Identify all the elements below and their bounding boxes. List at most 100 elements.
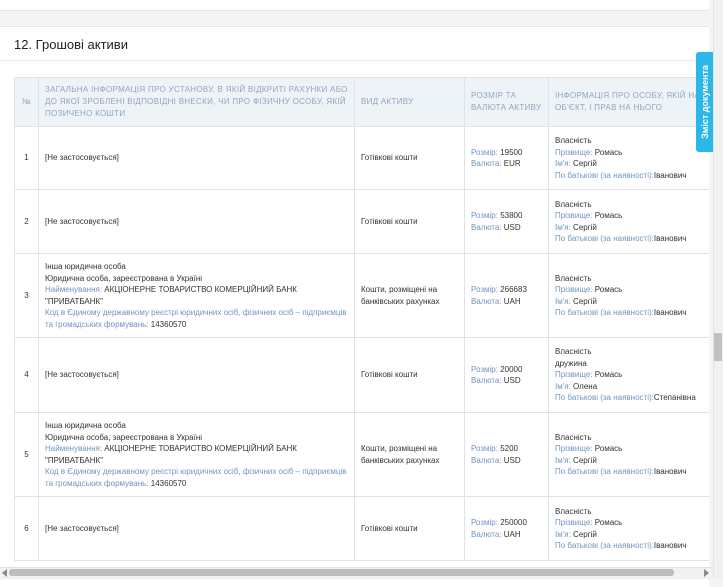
first-name-label: Ім'я:: [555, 296, 571, 306]
surname-label: Прізвище:: [555, 444, 593, 453]
surname-label: Прізвище:: [555, 370, 593, 380]
size-value: 19500: [500, 147, 523, 157]
surname-label: Прізвище:: [555, 518, 593, 527]
entity-kind: Інша юридична особа: [45, 421, 126, 430]
size-value: 53800: [500, 211, 523, 220]
patronymic-value: Іванович: [653, 234, 687, 243]
owner-cell: Власність Прізвище: Ромась Ім'я: Сергій По …: [548, 189, 709, 254]
entity-name-label: Найменування:: [45, 444, 103, 453]
vertical-scrollbar-thumb[interactable]: [714, 333, 722, 361]
currency-label: Валюта:: [471, 455, 502, 465]
currency-value: USD: [503, 222, 521, 232]
title-divider: [0, 60, 709, 61]
institution-cell: [Не застосовується]: [38, 496, 355, 561]
entity-code-label: Код в Єдиному державному реєстрі юридичн…: [45, 308, 347, 329]
patronymic-label: По батькові (за наявності):: [555, 308, 654, 317]
asset-type-cell: Кошти, розміщені на банківських рахунках: [354, 412, 465, 497]
not-applicable-text: [Не застосовується]: [45, 370, 119, 380]
table-row: 2 [Не застосовується] Готівкові кошти Розмі…: [14, 189, 709, 254]
patronymic-label: По батькові (за наявності):: [555, 393, 654, 403]
asset-type-cell: Кошти, розміщені на банківських рахунках: [354, 253, 465, 338]
owner-cell: Власність Прізвище: Ромась Ім'я: Сергій По …: [548, 253, 709, 338]
size-label: Розмір:: [471, 518, 498, 527]
currency-label: Валюта:: [471, 222, 502, 232]
first-name-value: Сергій: [573, 455, 597, 465]
amount-cell: Розмір: 53800 Валюта: USD: [464, 189, 549, 254]
owner-cell: Власність Прізвище: Ромась Ім'я: Сергій По …: [548, 126, 709, 190]
entity-kind: Інша юридична особа: [45, 262, 126, 271]
entity-registration: Юридична особа, зареєстрована в Україні: [45, 273, 203, 283]
first-name-label: Ім'я:: [555, 222, 571, 232]
first-name-label: Ім'я:: [555, 455, 571, 465]
cash-assets-table: № Загальна інформація про установу, в як…: [14, 77, 709, 561]
asset-type-cell: Готівкові кошти: [354, 337, 465, 413]
header-asset-type: Вид активу: [354, 77, 465, 127]
horizontal-scrollbar-thumb[interactable]: [9, 569, 674, 576]
surname-value: Ромась: [594, 211, 623, 220]
toc-tab-button[interactable]: Зміст документа: [696, 52, 714, 152]
entity-code: 14360570: [150, 478, 187, 488]
entity-code: 14360570: [150, 319, 187, 329]
owner-cell: Власність дружина Прізвище: Ромась Ім'я: Ол…: [548, 337, 709, 413]
ownership-right: Власність: [555, 136, 592, 145]
scroll-left-arrow-icon[interactable]: [2, 569, 7, 577]
ownership-right: Власність: [555, 273, 592, 283]
table-scroll-area[interactable]: № Загальна інформація про установу, в як…: [14, 77, 709, 577]
size-label: Розмір:: [471, 147, 498, 157]
surname-label: Прізвище:: [555, 285, 593, 294]
vertical-scrollbar[interactable]: [713, 0, 723, 578]
patronymic-value: Іванович: [653, 308, 687, 317]
patronymic-value: Степанівна: [653, 393, 696, 403]
first-name-label: Ім'я:: [555, 381, 571, 391]
institution-cell: Інша юридична особа Юридична особа, зареє…: [38, 253, 355, 338]
currency-value: USD: [503, 376, 521, 385]
currency-label: Валюта:: [471, 159, 502, 168]
first-name-value: Олена: [573, 381, 598, 391]
institution-cell: Інша юридична особа Юридична особа, зареє…: [38, 412, 355, 497]
table-header-row: № Загальна інформація про установу, в як…: [14, 77, 709, 127]
previous-section-card: [0, 0, 709, 11]
ownership-right: Власність: [555, 506, 592, 516]
header-owner: Інформація про особу, якій належить об'є…: [548, 77, 709, 127]
size-label: Розмір:: [471, 364, 498, 374]
asset-type-cell: Готівкові кошти: [354, 496, 465, 561]
first-name-label: Ім'я:: [555, 529, 571, 539]
table-row: 4 [Не застосовується] Готівкові кошти Розмі…: [14, 337, 709, 413]
row-number: 5: [14, 412, 39, 497]
amount-cell: Розмір: 250000 Валюта: UAH: [464, 496, 549, 561]
currency-value: USD: [503, 455, 521, 465]
row-number: 1: [14, 126, 39, 190]
size-value: 250000: [500, 518, 527, 527]
surname-label: Прізвище:: [555, 211, 593, 220]
table-row: 3 Інша юридична особа Юридична особа, заре…: [14, 253, 709, 338]
asset-type-cell: Готівкові кошти: [354, 189, 465, 254]
patronymic-label: По батькові (за наявності):: [555, 467, 654, 476]
surname-value: Ромась: [594, 444, 623, 453]
surname-value: Ромась: [594, 518, 623, 527]
not-applicable-text: [Не застосовується]: [45, 216, 119, 226]
amount-cell: Розмір: 266683 Валюта: UAH: [464, 253, 549, 338]
section-title: 12. Грошові активи: [14, 37, 128, 52]
cash-assets-section: 12. Грошові активи № Загальна інформація…: [0, 26, 709, 587]
patronymic-label: По батькові (за наявності):: [555, 234, 654, 243]
toc-tab-label: Зміст документа: [700, 65, 710, 139]
institution-cell: [Не застосовується]: [38, 126, 355, 190]
first-name-value: Сергій: [573, 159, 597, 168]
institution-cell: [Не застосовується]: [38, 189, 355, 254]
patronymic-value: Іванович: [653, 467, 687, 476]
currency-value: UAH: [503, 529, 521, 539]
owner-cell: Власність Прізвище: Ромась Ім'я: Сергій По …: [548, 412, 709, 497]
amount-cell: Розмір: 20000 Валюта: USD: [464, 337, 549, 413]
scroll-right-arrow-icon[interactable]: [704, 569, 709, 577]
row-number: 6: [14, 496, 39, 561]
row-number: 4: [14, 337, 39, 413]
entity-registration: Юридична особа, зареєстрована в Україні: [45, 432, 203, 442]
first-name-label: Ім'я:: [555, 159, 571, 168]
ownership-right: Власність: [555, 199, 592, 209]
ownership-right: Власність: [555, 347, 592, 357]
currency-value: UAH: [503, 296, 521, 306]
row-number: 2: [14, 189, 39, 254]
patronymic-label: По батькові (за наявності):: [555, 541, 654, 550]
surname-value: Ромась: [594, 285, 623, 294]
table-row: 1 [Не застосовується] Готівкові кошти Розмі…: [14, 126, 709, 190]
